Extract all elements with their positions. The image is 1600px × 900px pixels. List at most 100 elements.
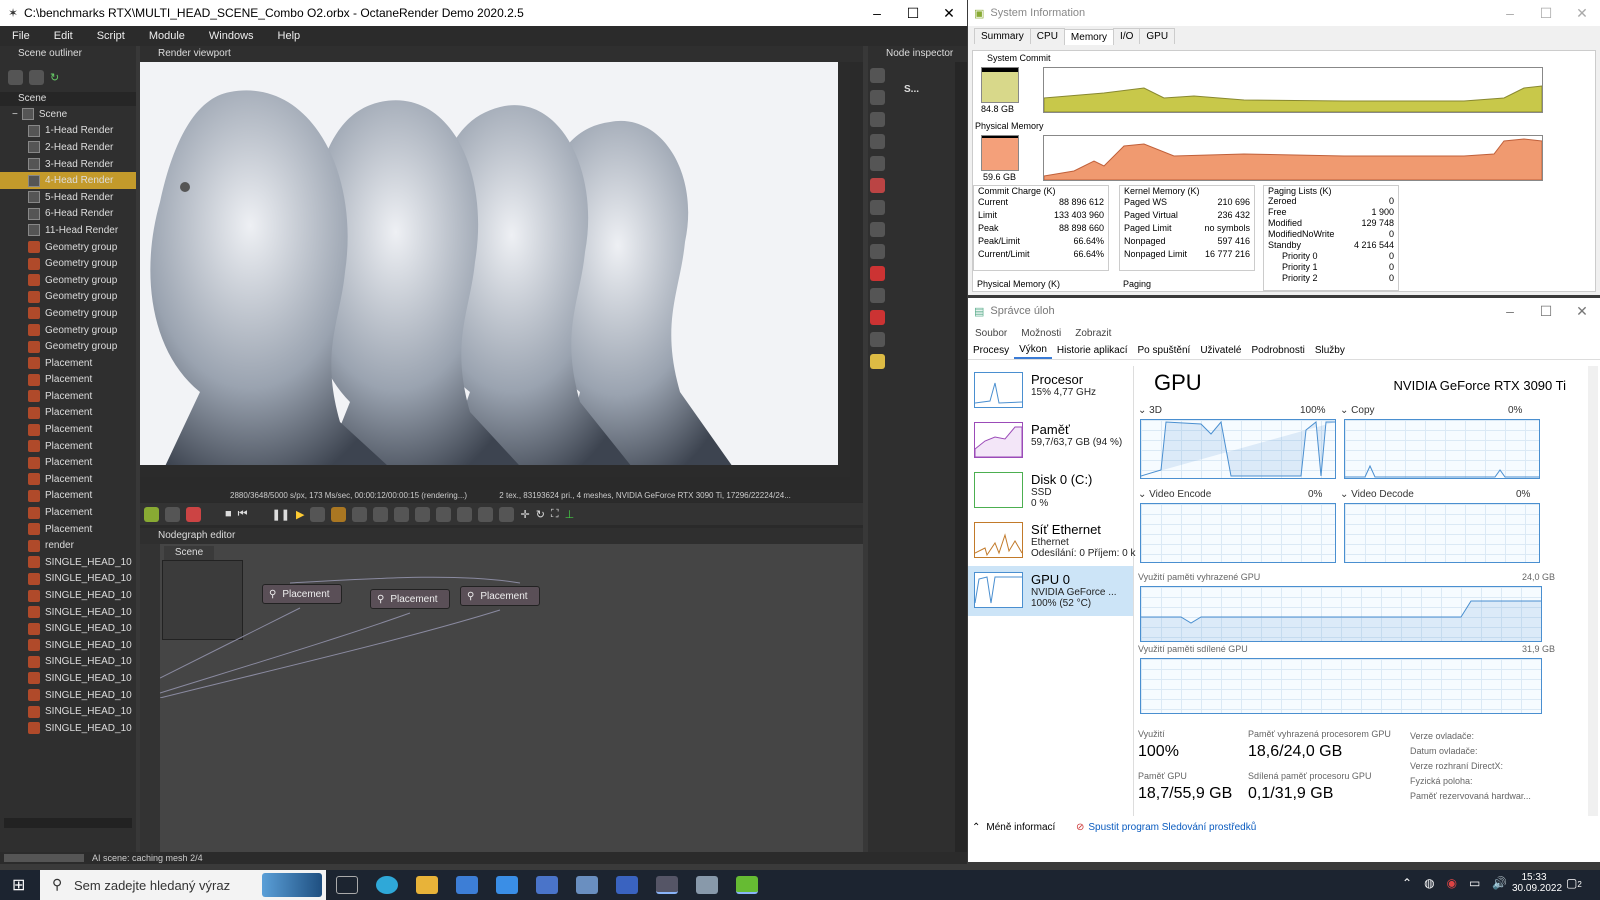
rotate-icon[interactable]: ↻ — [536, 508, 545, 521]
outliner-item[interactable]: render — [0, 537, 136, 554]
inspector-tool-icon[interactable] — [870, 178, 885, 193]
inspector-tool-icon[interactable] — [870, 156, 885, 171]
close-button[interactable]: ✕ — [1564, 298, 1600, 324]
tab-app-history[interactable]: Historie aplikací — [1052, 343, 1133, 358]
task-view-icon[interactable] — [336, 876, 358, 894]
outliner-item[interactable]: Geometry group — [0, 272, 136, 289]
tm-menu-view[interactable]: Zobrazit — [1068, 328, 1118, 339]
clock[interactable]: 15:33 30.09.2022 — [1512, 872, 1562, 894]
outliner-item[interactable]: SINGLE_HEAD_10 — [0, 670, 136, 687]
menu-help[interactable]: Help — [266, 30, 313, 42]
tm-scrollbar[interactable] — [1588, 366, 1598, 816]
store-icon[interactable] — [456, 876, 478, 894]
tab-performance[interactable]: Výkon — [1014, 342, 1052, 359]
perf-item-disk[interactable]: Disk 0 (C:) SSD 0 % — [968, 466, 1133, 516]
restart-icon[interactable]: ⏮ — [238, 508, 248, 521]
inspector-tool-icon[interactable] — [870, 90, 885, 105]
move-icon[interactable]: ✛ — [520, 508, 529, 521]
minimize-button[interactable]: – — [859, 0, 895, 26]
outliner-item[interactable]: Placement — [0, 421, 136, 438]
pause-icon[interactable]: ❚❚ — [272, 508, 290, 521]
security-icon[interactable]: ◉ — [1447, 876, 1457, 890]
minimize-button[interactable]: – — [1492, 298, 1528, 324]
menu-edit[interactable]: Edit — [42, 30, 85, 42]
tab-memory[interactable]: Memory — [1063, 29, 1115, 45]
save-app-icon[interactable] — [616, 876, 638, 894]
outliner-item[interactable]: Placement — [0, 504, 136, 521]
inspector-tool-icon[interactable] — [870, 68, 885, 83]
perf-item-network[interactable]: Síť Ethernet Ethernet Odesílání: 0 Příjem:… — [968, 516, 1136, 566]
sysinfo-taskbar-icon[interactable] — [736, 876, 758, 894]
outliner-item[interactable]: Placement — [0, 388, 136, 405]
tm-menu-file[interactable]: Soubor — [968, 328, 1014, 339]
outliner-item[interactable]: SINGLE_HEAD_10 — [0, 587, 136, 604]
perf-item-cpu[interactable]: Procesor 15% 4,77 GHz — [968, 366, 1133, 416]
toolbar-icon[interactable] — [165, 506, 180, 522]
outliner-tool-icon[interactable] — [29, 69, 44, 85]
outliner-item[interactable]: Geometry group — [0, 338, 136, 355]
fullscreen-icon[interactable]: ⛶ — [551, 508, 559, 521]
render-image[interactable] — [140, 62, 850, 477]
menu-windows[interactable]: Windows — [197, 30, 266, 42]
outliner-item[interactable]: Geometry group — [0, 239, 136, 256]
outliner-item[interactable]: Placement — [0, 372, 136, 389]
outliner-item[interactable]: SINGLE_HEAD_10 — [0, 637, 136, 654]
outliner-item[interactable]: SINGLE_HEAD_10 — [0, 654, 136, 671]
outliner-item[interactable]: Placement — [0, 355, 136, 372]
octane-taskbar-icon[interactable] — [656, 876, 678, 894]
maximize-button[interactable]: ☐ — [1528, 0, 1564, 26]
region-icon[interactable] — [457, 506, 473, 522]
tree-root[interactable]: − Scene — [0, 106, 136, 123]
taskmgr-taskbar-icon[interactable] — [696, 876, 718, 894]
tab-io[interactable]: I/O — [1113, 28, 1141, 44]
resource-monitor-link[interactable]: ⊘ Spustit program Sledování prostředků — [1076, 822, 1256, 833]
outliner-item[interactable]: Geometry group — [0, 255, 136, 272]
toolbar-icon[interactable] — [373, 506, 389, 522]
toolbar-icon[interactable] — [478, 506, 494, 522]
inspector-tool-icon[interactable] — [870, 310, 885, 325]
tab-users[interactable]: Uživatelé — [1195, 343, 1246, 358]
outliner-item[interactable]: 4-Head Render — [0, 172, 136, 189]
inspector-scrollbar[interactable] — [955, 62, 967, 852]
outliner-item[interactable]: SINGLE_HEAD_10 — [0, 554, 136, 571]
outliner-item[interactable]: Geometry group — [0, 322, 136, 339]
menu-script[interactable]: Script — [85, 30, 137, 42]
start-icon[interactable]: ⊞ — [12, 875, 25, 895]
outliner-item[interactable]: SINGLE_HEAD_10 — [0, 571, 136, 588]
less-info-button[interactable]: ⌃ Méně informací — [972, 822, 1055, 833]
chevron-up-icon[interactable]: ⌃ — [1402, 876, 1412, 890]
taskbar-search[interactable]: ⚲ Sem zadejte hledaný výraz — [40, 870, 326, 900]
viewport-hscrollbar[interactable] — [140, 465, 850, 477]
play-icon[interactable]: ▶ — [296, 508, 304, 521]
outliner-item[interactable]: SINGLE_HEAD_10 — [0, 720, 136, 737]
tab-startup[interactable]: Po spuštění — [1133, 343, 1196, 358]
outliner-item[interactable]: Placement — [0, 438, 136, 455]
axis-icon[interactable]: ⊥ — [565, 508, 575, 521]
outliner-tool-icon[interactable] — [8, 69, 23, 85]
outliner-tab[interactable]: Scene — [0, 92, 136, 106]
outliner-item[interactable]: 2-Head Render — [0, 139, 136, 156]
placement-node[interactable]: ⚲ Placement — [460, 586, 540, 606]
color-icon[interactable] — [186, 506, 201, 522]
maximize-button[interactable]: ☐ — [1528, 298, 1564, 324]
outliner-scrollbar[interactable] — [4, 818, 132, 828]
outliner-item[interactable]: SINGLE_HEAD_10 — [0, 620, 136, 637]
inspector-tool-icon[interactable] — [870, 266, 885, 281]
tab-gpu[interactable]: GPU — [1139, 28, 1176, 44]
cube-icon[interactable] — [499, 506, 515, 522]
edge-icon[interactable] — [376, 876, 398, 894]
tab-summary[interactable]: Summary — [974, 28, 1031, 44]
tm-menu-options[interactable]: Možnosti — [1014, 328, 1068, 339]
outliner-item[interactable]: 3-Head Render — [0, 156, 136, 173]
outliner-item[interactable]: Geometry group — [0, 289, 136, 306]
inspector-tool-icon[interactable] — [870, 288, 885, 303]
inspector-tool-icon[interactable] — [870, 354, 885, 369]
inspector-tool-icon[interactable] — [870, 200, 885, 215]
outliner-item[interactable]: 11-Head Render — [0, 222, 136, 239]
file-explorer-icon[interactable] — [416, 876, 438, 894]
mail-icon[interactable] — [496, 876, 518, 894]
network-icon[interactable]: ▭ — [1469, 876, 1480, 890]
nodegraph-tab[interactable]: Scene — [164, 546, 214, 560]
tab-services[interactable]: Služby — [1310, 343, 1350, 358]
calculator-icon[interactable] — [536, 876, 558, 894]
